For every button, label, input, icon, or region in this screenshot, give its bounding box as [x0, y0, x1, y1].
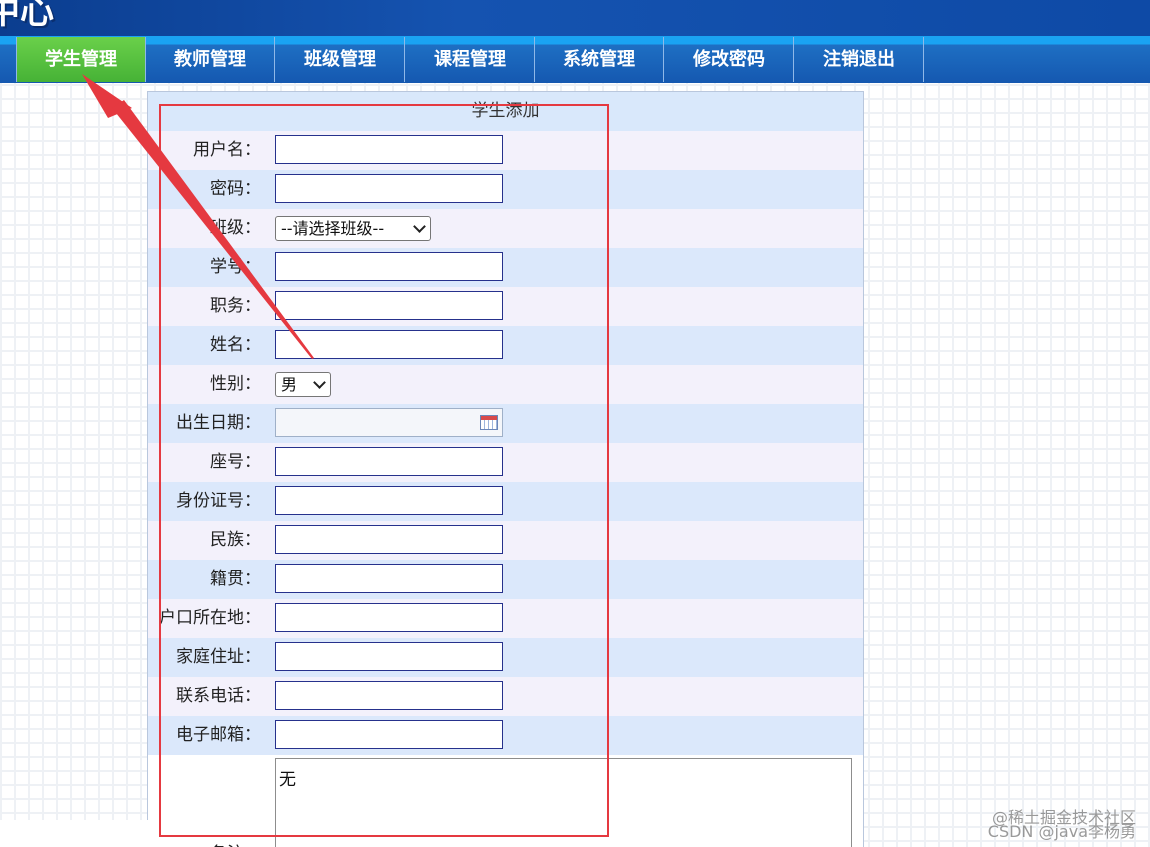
nav-teacher-management[interactable]: 教师管理: [146, 37, 275, 82]
row-student-no: 学号：: [148, 248, 863, 287]
id-card-input[interactable]: [275, 486, 503, 515]
class-select-value: --请选择班级--: [281, 219, 385, 238]
banner-title: 中心: [0, 0, 54, 32]
student-add-form: 学生添加 用户名： 密码： 班级： --请选择班级-- 学号： 职务： 姓名： …: [147, 91, 864, 847]
row-remark: 备注： 无: [148, 755, 863, 847]
row-household: 户口所在地：: [148, 599, 863, 638]
calendar-icon[interactable]: [480, 415, 498, 430]
native-place-input[interactable]: [275, 564, 503, 593]
main-nav: 学生管理 教师管理 班级管理 课程管理 系统管理 修改密码 注销退出: [0, 36, 1150, 83]
class-label: 班级：: [210, 218, 261, 238]
row-home-address: 家庭住址：: [148, 638, 863, 677]
chevron-down-icon: [313, 376, 326, 389]
gender-label: 性别：: [210, 374, 261, 394]
row-class: 班级： --请选择班级--: [148, 209, 863, 248]
watermark-csdn: CSDN @java李杨勇: [987, 822, 1136, 841]
nav-student-management[interactable]: 学生管理: [16, 37, 146, 82]
position-input[interactable]: [275, 291, 503, 320]
id-card-label: 身份证号：: [176, 491, 261, 511]
row-gender: 性别： 男: [148, 365, 863, 404]
phone-input[interactable]: [275, 681, 503, 710]
student-no-input[interactable]: [275, 252, 503, 281]
nav-change-password[interactable]: 修改密码: [665, 37, 794, 82]
position-label: 职务：: [210, 296, 261, 316]
row-phone: 联系电话：: [148, 677, 863, 716]
household-input[interactable]: [275, 603, 503, 632]
row-email: 电子邮箱：: [148, 716, 863, 755]
row-ethnicity: 民族：: [148, 521, 863, 560]
native-place-label: 籍贯：: [210, 569, 261, 589]
row-name: 姓名：: [148, 326, 863, 365]
remark-textarea[interactable]: 无: [275, 758, 852, 847]
row-password: 密码：: [148, 170, 863, 209]
email-input[interactable]: [275, 720, 503, 749]
class-select[interactable]: --请选择班级--: [275, 216, 431, 241]
student-no-label: 学号：: [210, 257, 261, 277]
nav-logout[interactable]: 注销退出: [795, 37, 924, 82]
white-patch: [0, 820, 214, 847]
nav-course-management[interactable]: 课程管理: [406, 37, 535, 82]
username-label: 用户名：: [193, 140, 261, 160]
email-label: 电子邮箱：: [176, 725, 261, 745]
form-title: 学生添加: [148, 92, 863, 131]
row-position: 职务：: [148, 287, 863, 326]
nav-class-management[interactable]: 班级管理: [276, 37, 405, 82]
seat-no-label: 座号：: [210, 452, 261, 472]
home-address-input[interactable]: [275, 642, 503, 671]
password-input[interactable]: [275, 174, 503, 203]
seat-no-input[interactable]: [275, 447, 503, 476]
birth-date-label: 出生日期：: [176, 413, 261, 433]
top-banner: 中心: [0, 0, 1150, 36]
gender-select-value: 男: [281, 375, 298, 394]
username-input[interactable]: [275, 135, 503, 164]
birth-date-input[interactable]: [275, 408, 503, 437]
password-label: 密码：: [210, 179, 261, 199]
row-native-place: 籍贯：: [148, 560, 863, 599]
row-seat-no: 座号：: [148, 443, 863, 482]
row-birth-date: 出生日期：: [148, 404, 863, 443]
phone-label: 联系电话：: [176, 686, 261, 706]
chevron-down-icon: [413, 220, 426, 233]
household-label: 户口所在地：: [159, 608, 261, 628]
home-address-label: 家庭住址：: [176, 647, 261, 667]
name-input[interactable]: [275, 330, 503, 359]
row-username: 用户名：: [148, 131, 863, 170]
gender-select[interactable]: 男: [275, 372, 331, 397]
nav-system-management[interactable]: 系统管理: [535, 37, 664, 82]
name-label: 姓名：: [210, 335, 261, 355]
row-id-card: 身份证号：: [148, 482, 863, 521]
ethnicity-input[interactable]: [275, 525, 503, 554]
ethnicity-label: 民族：: [210, 530, 261, 550]
